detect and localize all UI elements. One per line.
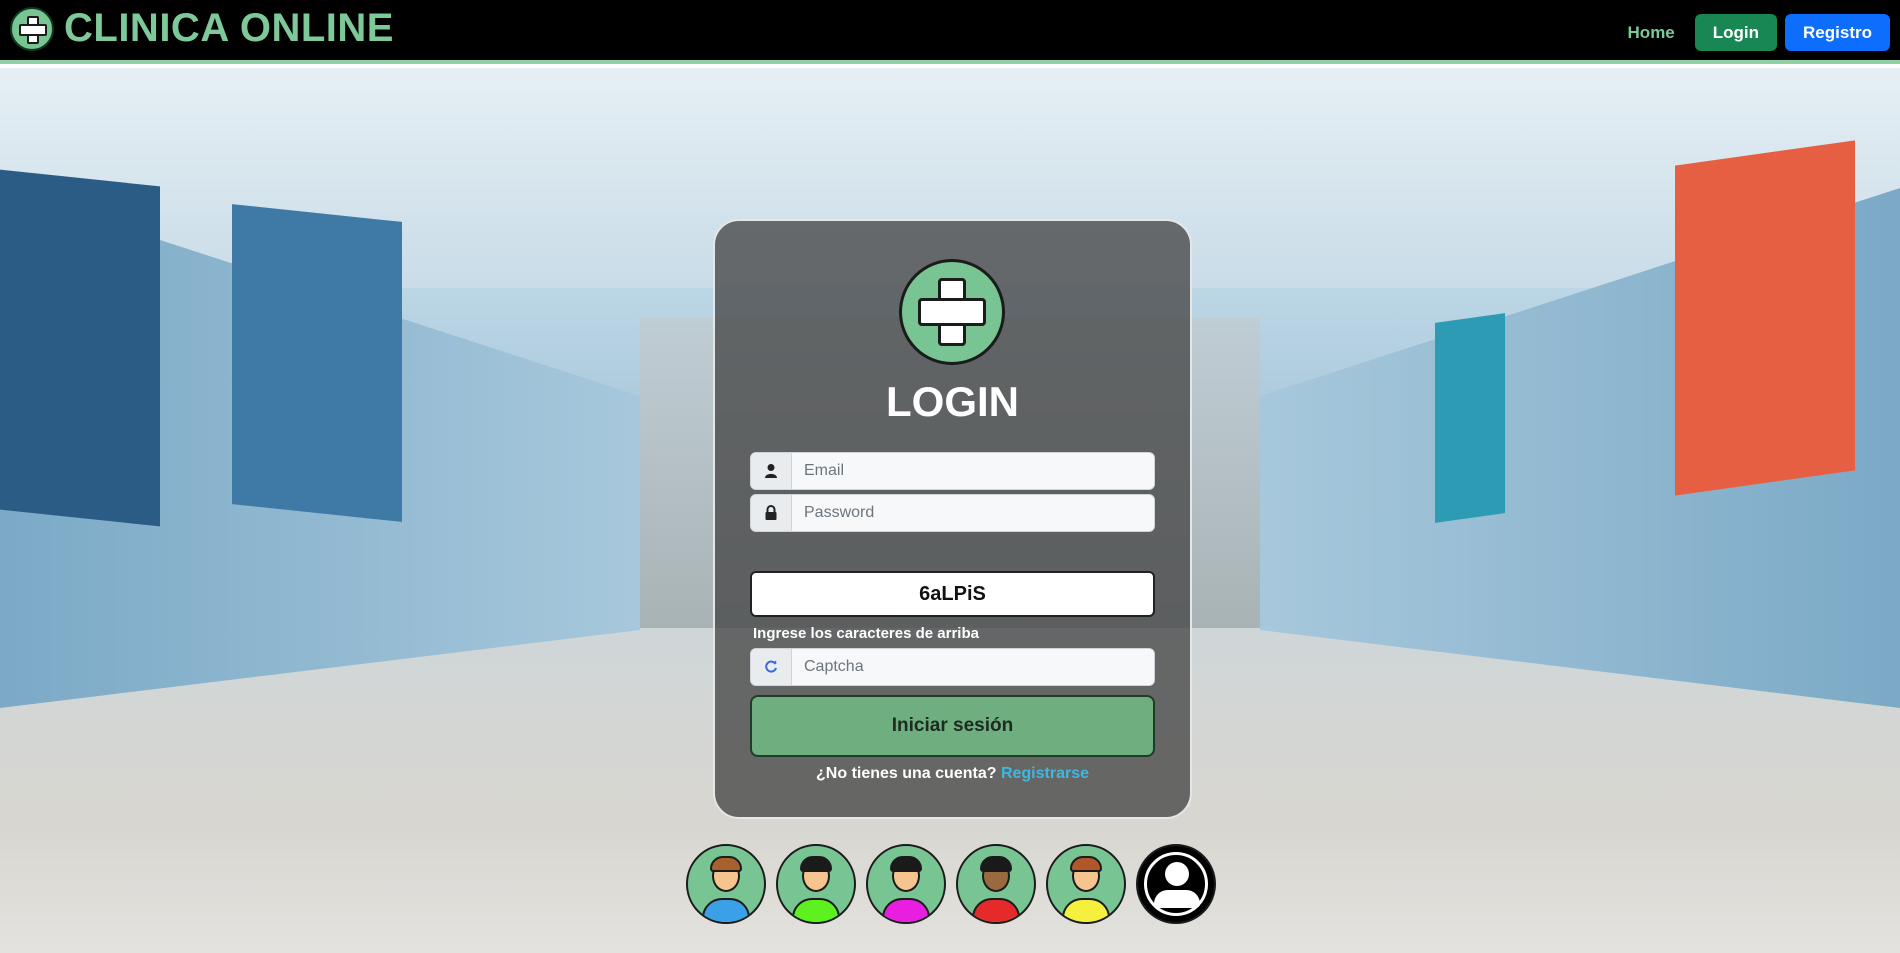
signup-question: ¿No tienes una cuenta? <box>816 765 997 782</box>
nav-home-link[interactable]: Home <box>1628 23 1675 43</box>
captcha-help-label: Ingrese los caracteres de arriba <box>753 625 979 642</box>
quick-user-avatar-5[interactable] <box>1046 844 1126 924</box>
lock-icon <box>751 495 792 531</box>
login-card: LOGIN 6aLPiS Ingrese los caracteres de a… <box>713 219 1192 819</box>
quick-user-avatar-1[interactable] <box>686 844 766 924</box>
quick-user-avatar-4[interactable] <box>956 844 1036 924</box>
quick-admin-avatar[interactable] <box>1136 844 1216 924</box>
refresh-icon[interactable] <box>751 649 792 685</box>
quick-user-avatar-2[interactable] <box>776 844 856 924</box>
login-title: LOGIN <box>886 378 1019 425</box>
password-input[interactable] <box>792 495 1154 531</box>
brand[interactable]: CLINICA ONLINE <box>10 6 394 51</box>
navbar: CLINICA ONLINE Home Login Registro <box>0 0 1900 64</box>
login-submit-button[interactable]: Iniciar sesión <box>750 695 1155 757</box>
medical-cross-logo-icon <box>899 259 1005 365</box>
signup-prompt: ¿No tienes una cuenta? Registrarse <box>715 765 1190 783</box>
email-input[interactable] <box>792 453 1154 489</box>
captcha-input[interactable] <box>792 649 1154 685</box>
nav-login-button[interactable]: Login <box>1694 14 1778 51</box>
password-field-group <box>750 494 1155 532</box>
nav-registro-button[interactable]: Registro <box>1785 14 1890 51</box>
captcha-display: 6aLPiS <box>750 571 1155 617</box>
brand-title: CLINICA ONLINE <box>64 6 394 50</box>
captcha-field-group <box>750 648 1155 686</box>
user-icon <box>751 453 792 489</box>
quick-login-avatars <box>686 844 1226 924</box>
email-field-group <box>750 452 1155 490</box>
nav-links: Home Login Registro <box>1628 14 1890 51</box>
quick-user-avatar-3[interactable] <box>866 844 946 924</box>
signup-link[interactable]: Registrarse <box>1001 765 1089 782</box>
medical-cross-icon <box>10 6 54 51</box>
